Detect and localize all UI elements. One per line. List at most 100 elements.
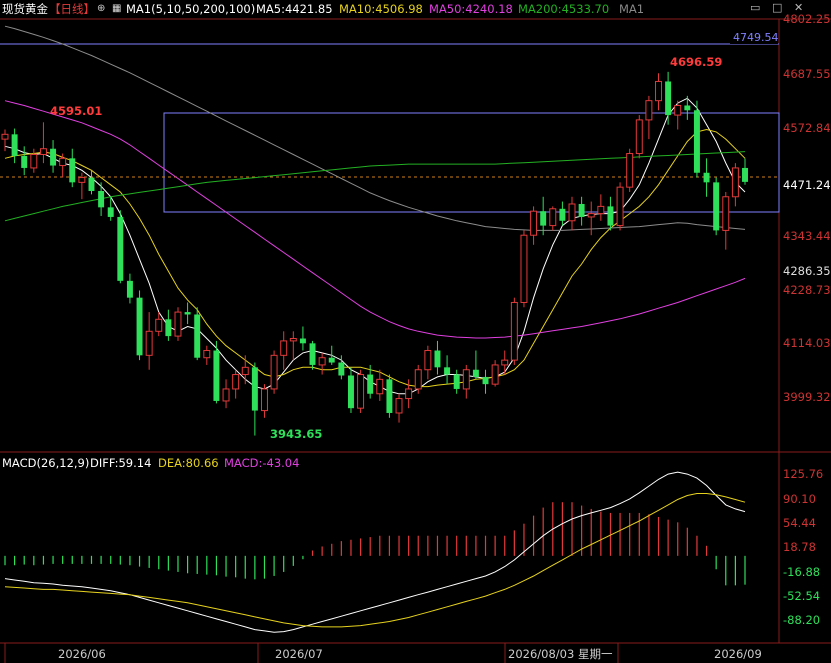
candle-body bbox=[270, 354, 278, 390]
macd-tick-label: 54.44 bbox=[783, 516, 816, 530]
y-tick-label: 4286.35 bbox=[783, 264, 831, 278]
candle-body bbox=[39, 148, 47, 155]
candle-body bbox=[616, 186, 624, 227]
candle-body bbox=[540, 211, 547, 226]
candle-body bbox=[530, 210, 538, 236]
candle-body bbox=[69, 158, 76, 183]
candle-body bbox=[78, 177, 86, 183]
ma-line-ma10 bbox=[4, 128, 746, 388]
candle-body bbox=[444, 367, 451, 375]
candle-body bbox=[472, 369, 479, 377]
macd-tick-label: 90.10 bbox=[783, 492, 816, 506]
candle-body bbox=[722, 196, 730, 231]
candle-body bbox=[213, 350, 220, 401]
moving-averages bbox=[4, 25, 746, 395]
hline-label: 4749.54 bbox=[733, 31, 779, 44]
candle-body bbox=[607, 206, 614, 226]
candle-body bbox=[241, 366, 249, 376]
candle-body bbox=[520, 234, 528, 303]
y-tick-label: 3999.32 bbox=[783, 390, 831, 404]
left-high-annotation: 4595.01 bbox=[50, 104, 102, 118]
candle-body bbox=[568, 203, 576, 222]
candle-body bbox=[424, 350, 432, 371]
candle-body bbox=[165, 319, 172, 337]
candle-body bbox=[549, 208, 557, 227]
high-annotation: 4696.59 bbox=[670, 55, 722, 69]
candle-body bbox=[434, 350, 441, 368]
candle-body bbox=[655, 80, 662, 102]
candle-body bbox=[578, 203, 585, 217]
candle-body bbox=[136, 297, 143, 356]
candle-body bbox=[309, 343, 316, 365]
candle-body bbox=[510, 301, 518, 361]
candle-body bbox=[88, 177, 95, 192]
candle-body bbox=[635, 119, 643, 155]
macd-pane bbox=[4, 471, 746, 633]
low-annotation: 3943.65 bbox=[270, 427, 322, 441]
macd-tick-label: -16.88 bbox=[783, 565, 820, 579]
candle-body bbox=[491, 364, 499, 385]
candle-body bbox=[395, 398, 403, 414]
candle-body bbox=[280, 340, 288, 356]
candle-body bbox=[261, 388, 268, 412]
x-tick-label-cursor: 2026/08/03 星期一 bbox=[508, 647, 613, 661]
candle-body bbox=[453, 374, 460, 389]
candle-body bbox=[357, 374, 365, 409]
y-tick-label: 4687.55 bbox=[783, 67, 831, 81]
candle-body bbox=[107, 207, 114, 217]
candle-body bbox=[184, 312, 191, 315]
x-tick-label: 2026/07 bbox=[275, 647, 323, 661]
price-axis: 4802.25 4687.55 4572.84 4343.44 4286.35 … bbox=[783, 12, 831, 404]
candle-body bbox=[30, 153, 38, 169]
candle-body bbox=[232, 374, 240, 390]
macd-tick-label: -52.54 bbox=[783, 589, 820, 603]
candle-body bbox=[1, 133, 9, 140]
y-tick-label: 4228.73 bbox=[783, 283, 831, 297]
candle-body bbox=[742, 167, 748, 182]
candle-body bbox=[414, 369, 422, 390]
y-tick-label: 4802.25 bbox=[783, 12, 831, 26]
candle-body bbox=[587, 213, 595, 218]
candle-body bbox=[59, 157, 67, 167]
candle-body bbox=[50, 148, 57, 166]
ma-line-ma100 bbox=[4, 25, 746, 231]
candle-body bbox=[713, 182, 720, 231]
candle-body bbox=[501, 359, 509, 366]
candle-body bbox=[174, 311, 182, 337]
candle-body bbox=[645, 100, 653, 121]
candle-body bbox=[674, 104, 682, 116]
candle-body bbox=[386, 379, 393, 413]
candle-body bbox=[21, 155, 28, 168]
candle-body bbox=[462, 369, 470, 390]
macd-tick-label: 125.76 bbox=[783, 467, 823, 481]
ma-line-ma50 bbox=[4, 100, 746, 339]
candle-body bbox=[731, 167, 739, 198]
chart-canvas[interactable]: 2026/06 2026/07 2026/08/03 星期一 2026/09 4… bbox=[0, 0, 831, 663]
macd-axis: 125.76 90.10 54.44 18.78 -16.88 -52.54 -… bbox=[783, 467, 823, 627]
y-tick-label: 4343.44 bbox=[783, 229, 831, 243]
chart-window: { "header": { "instrument": "现货黄金", "per… bbox=[0, 0, 831, 663]
candle-body bbox=[155, 318, 163, 332]
candle-body bbox=[299, 338, 306, 344]
candle-body bbox=[222, 388, 230, 402]
candle-body bbox=[98, 191, 105, 208]
x-tick-label: 2026/09 bbox=[714, 647, 762, 661]
candles bbox=[1, 71, 748, 436]
range-box[interactable] bbox=[163, 112, 780, 213]
last-price-label: 4471.24 bbox=[783, 178, 831, 192]
candle-body bbox=[328, 357, 335, 363]
candle-body bbox=[318, 357, 326, 366]
candle-body bbox=[376, 378, 384, 395]
candle-body bbox=[703, 172, 710, 183]
candle-body bbox=[203, 350, 211, 359]
candle-body bbox=[338, 362, 345, 376]
candle-body bbox=[367, 374, 374, 394]
candle-body bbox=[194, 314, 201, 358]
candle-body bbox=[684, 105, 691, 111]
candle-body bbox=[559, 208, 566, 221]
candle-body bbox=[665, 81, 672, 116]
candle-body bbox=[626, 153, 634, 188]
macd-tick-label: 18.78 bbox=[783, 540, 816, 554]
candle-body bbox=[11, 134, 18, 156]
candle-body bbox=[145, 330, 153, 356]
